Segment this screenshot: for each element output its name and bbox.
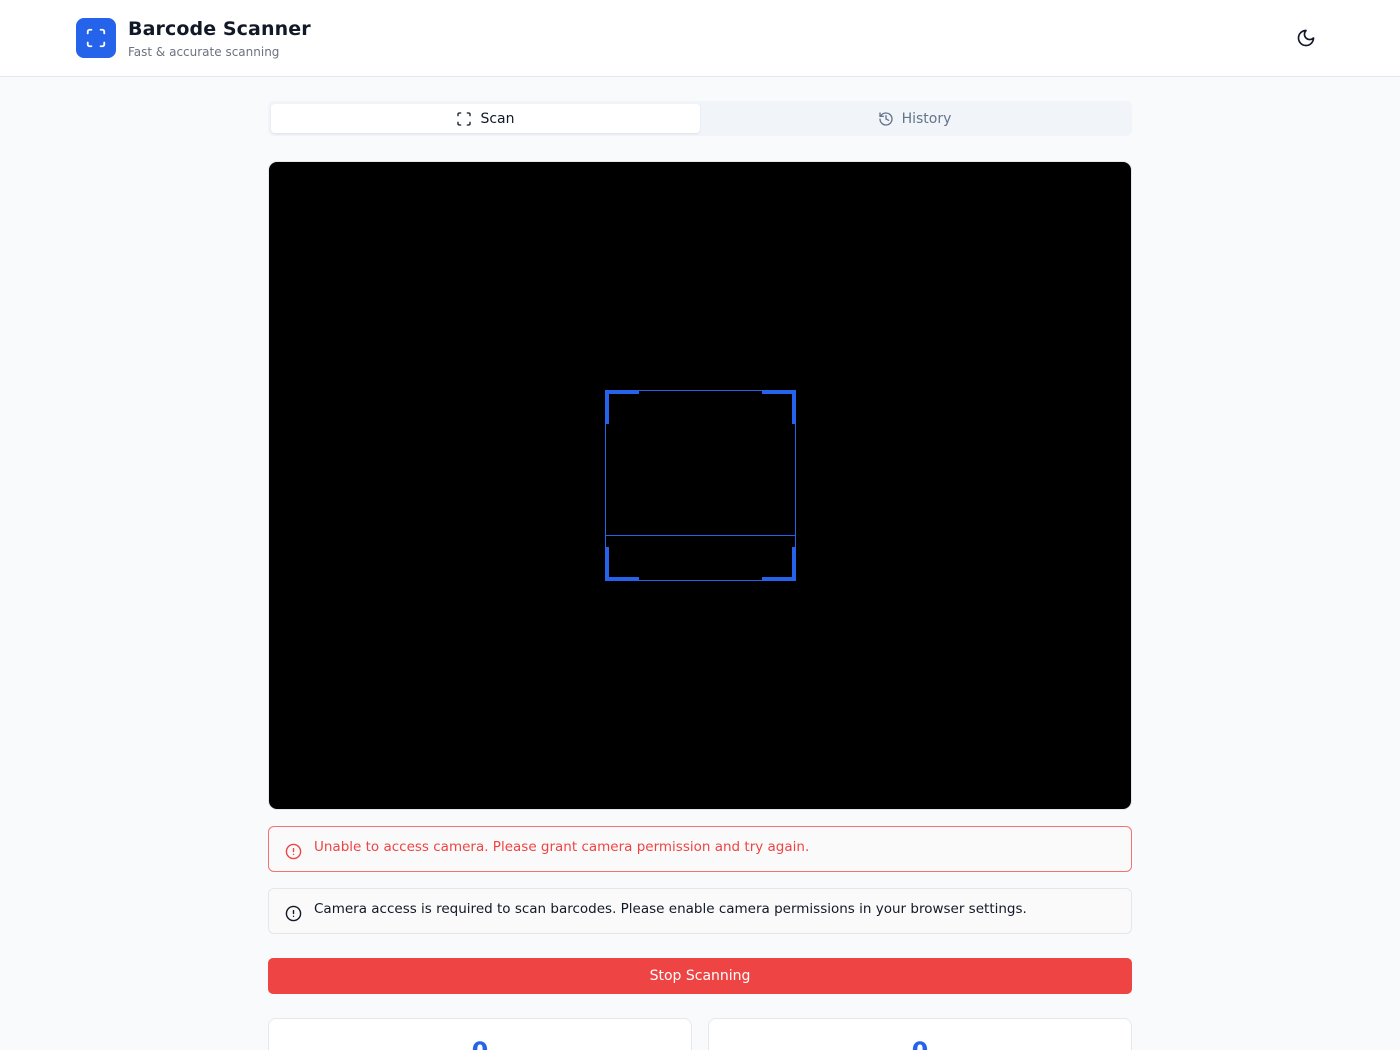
stat-value: 0 — [709, 1037, 1131, 1050]
scan-icon — [86, 28, 106, 48]
alert-circle-icon — [285, 905, 302, 922]
camera-info-text: Camera access is required to scan barcod… — [314, 901, 1027, 917]
app-subtitle: Fast & accurate scanning — [128, 45, 280, 59]
scan-icon — [457, 111, 472, 126]
scan-line — [606, 535, 795, 536]
frame-corner-top-left — [605, 390, 639, 424]
tab-scan-label: Scan — [480, 110, 515, 127]
scan-target-frame — [605, 390, 796, 581]
camera-info-alert: Camera access is required to scan barcod… — [268, 888, 1132, 934]
app-logo — [76, 18, 116, 58]
tab-history[interactable]: History — [700, 104, 1129, 133]
camera-viewport — [268, 161, 1132, 810]
theme-toggle-button[interactable] — [1290, 24, 1322, 52]
history-icon — [878, 111, 893, 126]
frame-corner-bottom-left — [605, 547, 639, 581]
tab-scan[interactable]: Scan — [271, 104, 700, 133]
frame-corner-bottom-right — [762, 547, 796, 581]
camera-error-text: Unable to access camera. Please grant ca… — [314, 839, 810, 855]
frame-corner-top-right — [762, 390, 796, 424]
moon-icon — [1297, 29, 1315, 47]
alert-circle-icon — [285, 843, 302, 860]
stat-card: 0 — [708, 1018, 1132, 1050]
stat-card: 0 — [268, 1018, 692, 1050]
app-header: Barcode Scanner Fast & accurate scanning — [0, 0, 1400, 77]
tab-list: Scan History — [268, 101, 1132, 136]
app-title: Barcode Scanner — [128, 18, 311, 40]
stat-value: 0 — [269, 1037, 691, 1050]
stop-scanning-button[interactable]: Stop Scanning — [268, 958, 1132, 994]
camera-error-alert: Unable to access camera. Please grant ca… — [268, 826, 1132, 872]
tab-history-label: History — [901, 110, 952, 127]
